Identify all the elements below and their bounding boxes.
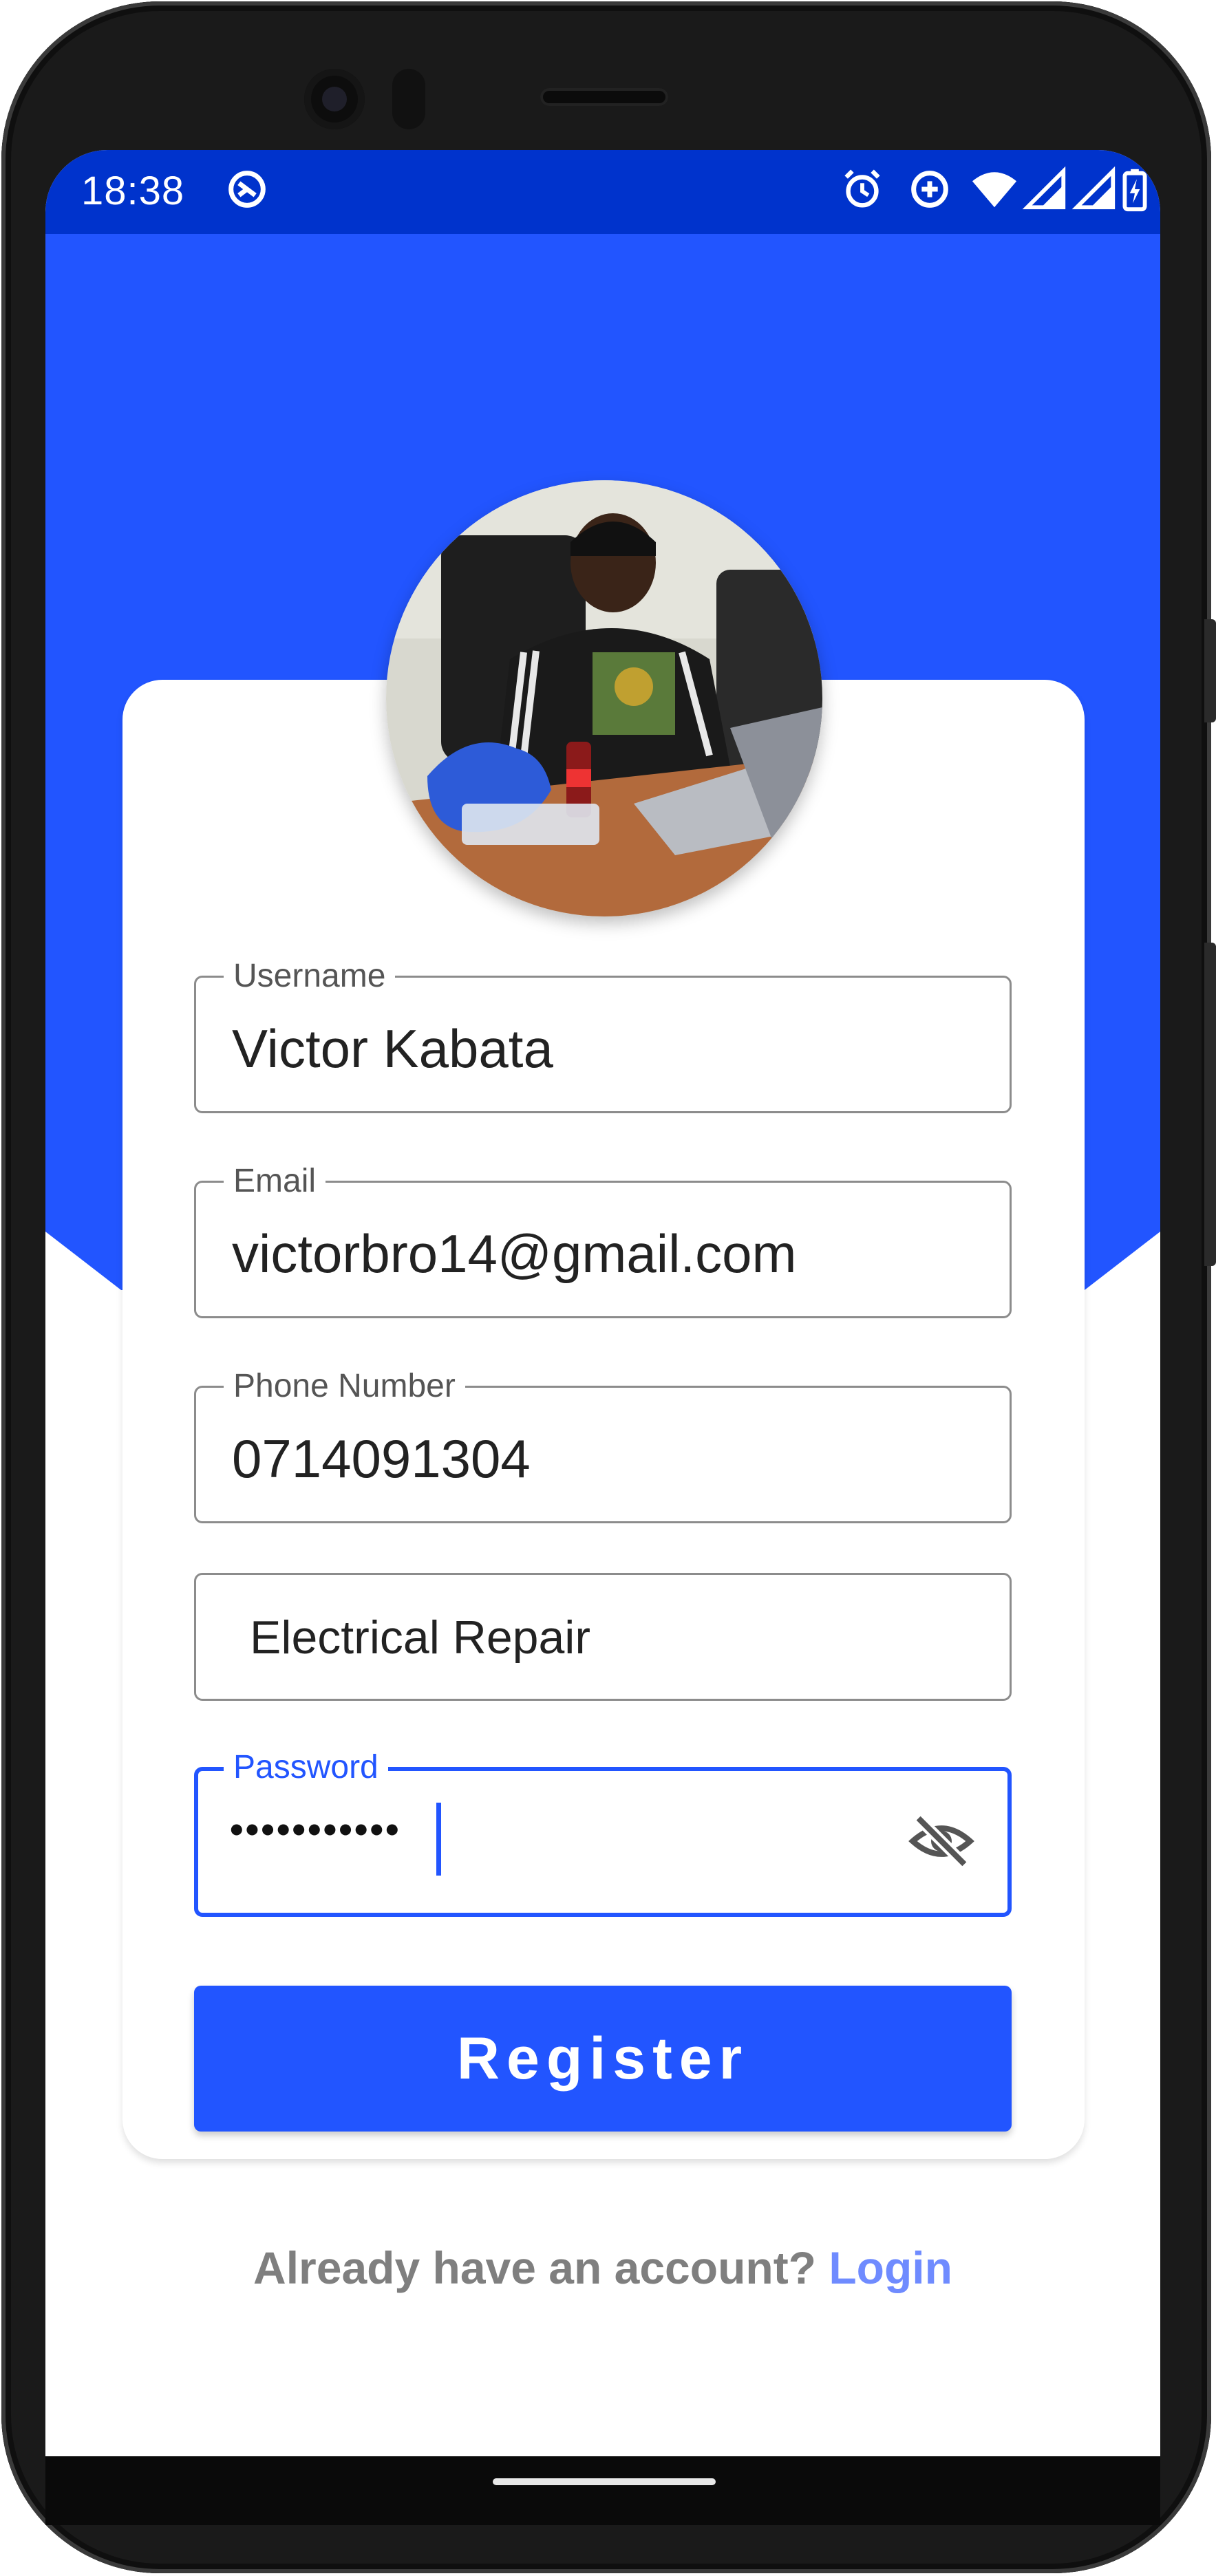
username-input[interactable]: Victor Kabata	[232, 1018, 553, 1080]
login-link[interactable]: Login	[829, 2242, 952, 2293]
login-prompt: Already have an account? Login	[45, 2242, 1160, 2294]
username-label: Username	[224, 957, 396, 996]
home-gesture-handle[interactable]	[493, 2478, 716, 2485]
service-select[interactable]: Electrical Repair	[194, 1573, 1012, 1701]
status-time: 18:38	[81, 169, 185, 213]
register-button[interactable]: Register	[194, 1986, 1012, 2132]
battery-charging-icon	[1122, 169, 1147, 212]
earpiece-speaker	[540, 88, 668, 106]
power-button	[1204, 943, 1216, 1266]
text-caret	[436, 1803, 441, 1876]
app-screen: 18:38 Username Victor Kabata Email victo…	[45, 150, 1160, 2456]
password-label: Password	[224, 1748, 388, 1787]
data-saver-icon	[911, 171, 948, 208]
profile-avatar[interactable]	[386, 480, 822, 916]
email-input[interactable]: victorbro14@gmail.com	[232, 1223, 796, 1285]
alarm-icon	[844, 169, 880, 208]
email-field[interactable]: Email victorbro14@gmail.com	[194, 1162, 1012, 1318]
status-bar: 18:38	[45, 150, 1160, 234]
password-field[interactable]: Password •••••••••••	[194, 1748, 1012, 1917]
service-selected-value: Electrical Repair	[250, 1611, 591, 1664]
phone-field[interactable]: Phone Number 0714091304	[194, 1367, 1012, 1523]
bottom-bezel	[45, 2456, 1160, 2525]
proximity-sensor	[392, 69, 425, 129]
volume-button	[1204, 619, 1216, 722]
wifi-icon	[972, 172, 1017, 208]
camera-lens	[322, 87, 347, 111]
signal-icon	[1022, 166, 1066, 210]
phone-input[interactable]: 0714091304	[232, 1428, 531, 1490]
email-label: Email	[224, 1162, 326, 1201]
phone-frame: 18:38 Username Victor Kabata Email victo…	[0, 0, 1216, 2576]
phone-label: Phone Number	[224, 1367, 465, 1406]
eye-off-icon[interactable]	[907, 1807, 976, 1876]
username-field[interactable]: Username Victor Kabata	[194, 957, 1012, 1113]
no-sync-icon	[228, 171, 266, 208]
profile-photo	[386, 480, 822, 916]
login-prompt-text: Already have an account?	[253, 2242, 816, 2293]
password-input[interactable]: •••••••••••	[230, 1807, 401, 1852]
